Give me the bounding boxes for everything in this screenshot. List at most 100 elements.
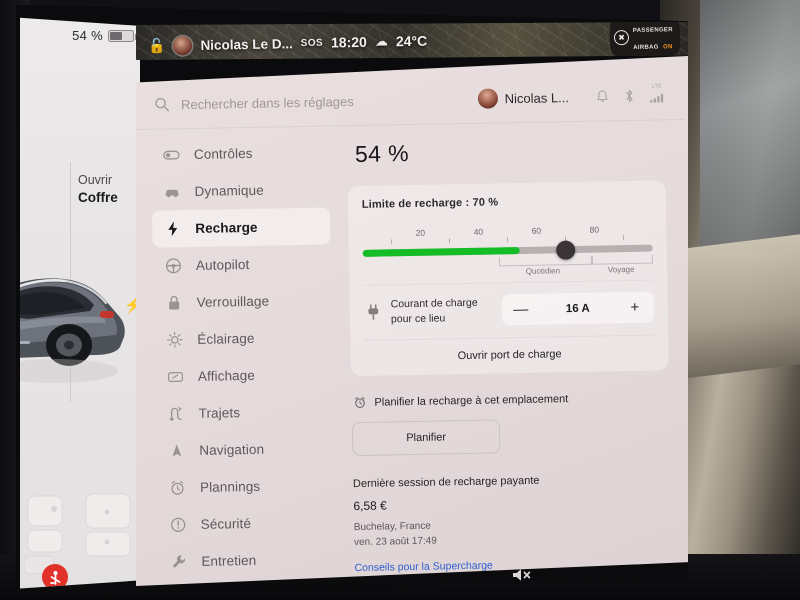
tesla-car-render[interactable] <box>20 267 138 402</box>
plug-icon <box>366 304 381 321</box>
sidebar-item-label: Affichage <box>197 367 256 384</box>
slider-tick: 20 <box>415 227 426 238</box>
passenger-airbag-icon: ✖ <box>613 29 630 45</box>
last-session-datetime: ven. 23 août 17:49 <box>353 535 437 549</box>
toggle-icon <box>163 146 180 163</box>
alarm-clock-icon <box>169 479 186 496</box>
sos-button[interactable]: SOS <box>301 37 324 48</box>
sidebar-item-label: Dynamique <box>194 182 264 199</box>
schedule-charging-row[interactable]: Planifier la recharge à cet emplacement <box>353 390 669 409</box>
last-session-location: Buchelay, France <box>353 520 431 534</box>
sidebar-item-dynamique[interactable]: Dynamique <box>151 170 330 210</box>
slider-fill <box>362 247 520 257</box>
bell-icon[interactable] <box>596 89 609 103</box>
charge-limit-slider[interactable]: 20 40 60 80 Quotidien Voyage <box>362 224 653 285</box>
lock-icon <box>165 294 182 311</box>
sidebar-item-eclairage[interactable]: Éclairage <box>154 318 333 358</box>
sidebar-item-label: Verrouillage <box>196 293 270 310</box>
signal-bars-icon <box>649 89 664 107</box>
sidebar-item-autopilot[interactable]: Autopilot <box>153 244 332 284</box>
battery-icon <box>108 29 137 42</box>
decrement-button[interactable]: — <box>502 294 541 326</box>
car-visualization-panel: 54 % Ouvrir Coffre ⚡ <box>20 17 140 589</box>
window-glass <box>700 0 800 250</box>
schedule-charging-label: Planifier la recharge à cet emplacement <box>374 392 569 409</box>
settings-app-window: Rechercher dans les réglages Nicolas L..… <box>136 56 688 586</box>
sidebar-item-affichage[interactable]: Affichage <box>155 355 334 395</box>
trunk-action-label: Ouvrir <box>78 173 113 187</box>
zone-daily-label: Quotidien <box>525 266 561 276</box>
sidebar-item-entretien[interactable]: Entretien <box>158 540 337 580</box>
sidebar-item-label: Plannings <box>199 478 261 495</box>
open-trunk-control[interactable]: Ouvrir Coffre <box>78 172 118 207</box>
bluetooth-icon[interactable] <box>623 89 636 103</box>
sidebar-item-navigation[interactable]: Navigation <box>156 429 335 469</box>
sidebar-item-controles[interactable]: Contrôles <box>151 133 330 173</box>
sidebar-item-recharge[interactable]: Recharge <box>151 207 331 248</box>
slider-tick: 80 <box>589 224 600 235</box>
charge-current-stepper[interactable]: — 16 A + <box>501 291 655 326</box>
display-icon <box>167 368 184 385</box>
last-session-heading: Dernière session de recharge payante <box>352 474 540 491</box>
battery-percent-label: 54 % <box>72 28 103 43</box>
sidebar-item-verrouillage[interactable]: Verrouillage <box>153 281 332 321</box>
dashboard-wood-trim <box>672 234 800 380</box>
airbag-line1: PASSENGER <box>632 27 673 35</box>
sidebar-item-trajets[interactable]: Trajets <box>155 392 334 432</box>
driver-name-label[interactable]: Nicolas Le D... <box>200 36 293 53</box>
slider-zone-labels: Quotidien Voyage <box>363 254 653 282</box>
profile-name-label: Nicolas L... <box>504 89 570 106</box>
route-icon <box>168 405 185 422</box>
driver-avatar[interactable] <box>173 35 193 55</box>
sidebar-item-label: Navigation <box>199 441 265 458</box>
sidebar-item-label: Trajets <box>198 405 241 421</box>
sidebar-item-label: Sécurité <box>200 515 252 532</box>
clock-label: 18:20 <box>330 33 368 51</box>
temperature-label: 24°C <box>395 32 428 50</box>
charge-current-label: Courant de charge pour ce lieu <box>390 297 478 325</box>
sidebar-item-label: Contrôles <box>193 145 253 162</box>
last-session-details: Buchelay, France ven. 23 août 17:49 <box>354 514 672 550</box>
recharge-settings-content: 54 % Limite de recharge : 70 % 20 40 60 … <box>347 127 673 574</box>
sidebar-item-plannings[interactable]: Plannings <box>157 466 336 506</box>
airbag-state: ON <box>663 44 673 51</box>
settings-search-bar[interactable]: Rechercher dans les réglages Nicolas L..… <box>144 75 675 125</box>
car-icon <box>163 183 180 200</box>
charge-current-row: Courant de charge pour ce lieu — 16 A + <box>363 279 655 340</box>
alarm-clock-icon <box>353 396 366 409</box>
sidebar-item-label: Entretien <box>201 552 257 569</box>
speaker-muted-icon <box>513 569 531 581</box>
steering-wheel-icon <box>165 257 182 274</box>
battery-status: 54 % <box>72 28 137 43</box>
increment-button[interactable]: + <box>616 292 655 324</box>
charge-limit-label: Limite de recharge : 70 % <box>361 196 499 211</box>
screenshot-root: 54 % Ouvrir Coffre ⚡ 🔓 Nicolas Le D... S… <box>0 0 800 600</box>
charge-limit-card: Limite de recharge : 70 % 20 40 60 80 Qu… <box>347 180 669 377</box>
settings-sidebar: Contrôles Dynamique Recharge Autopilot V… <box>151 133 338 586</box>
cellular-status: LTE <box>649 83 664 107</box>
search-icon <box>154 96 170 112</box>
navigation-arrow-icon <box>168 442 185 459</box>
profile-avatar <box>477 88 498 109</box>
profile-chip[interactable]: Nicolas L... <box>477 87 569 109</box>
sidebar-item-label: Autopilot <box>195 256 250 273</box>
airbag-line2: AIRBAG <box>633 44 659 51</box>
last-session-amount: 6,58 € <box>353 498 387 514</box>
unlocked-padlock-icon[interactable]: 🔓 <box>148 37 166 54</box>
trunk-target-label: Coffre <box>78 189 118 205</box>
mute-button[interactable] <box>505 564 539 586</box>
top-status-bar: 🔓 Nicolas Le D... SOS 18:20 ☁ 24°C ✖ PAS… <box>136 22 688 60</box>
zone-trip-label: Voyage <box>607 264 635 275</box>
slider-tick-scale: 20 40 60 80 <box>362 224 652 248</box>
passenger-airbag-indicator: ✖ PASSENGER AIRBAG ON <box>609 22 681 58</box>
seat-layout-diagram <box>23 486 140 578</box>
slider-tick: 60 <box>531 225 542 236</box>
schedule-button[interactable]: Planifier <box>351 419 501 457</box>
open-charge-port-button[interactable]: Ouvrir port de charge <box>364 334 655 376</box>
charge-current-value: 16 A <box>565 302 590 315</box>
wrench-icon <box>170 553 187 570</box>
search-input[interactable]: Rechercher dans les réglages <box>181 91 467 112</box>
sidebar-item-label: Éclairage <box>197 330 255 347</box>
cloud-icon: ☁ <box>374 33 388 49</box>
sidebar-item-securite[interactable]: Sécurité <box>157 503 336 543</box>
